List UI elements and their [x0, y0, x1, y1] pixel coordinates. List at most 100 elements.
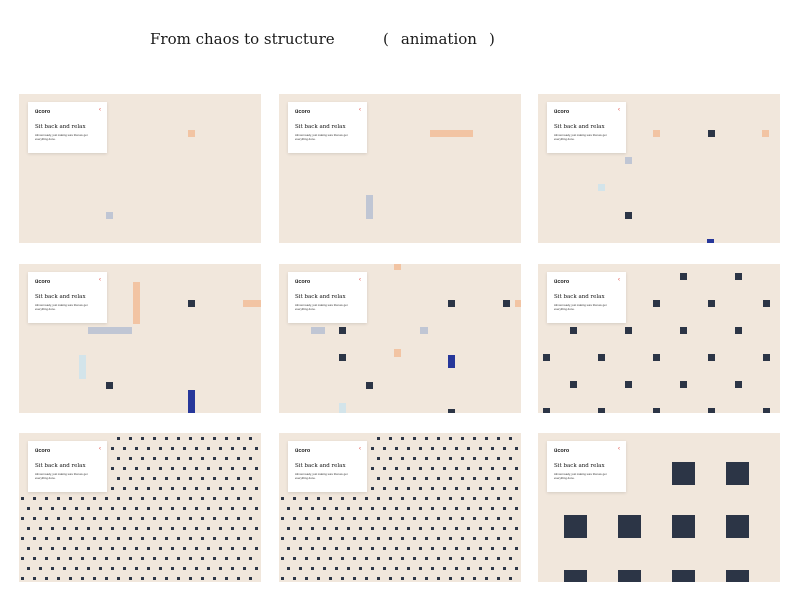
close-icon[interactable]: ‹	[99, 107, 101, 113]
pattern-square	[443, 447, 446, 450]
pattern-square	[323, 567, 326, 570]
pattern-square	[726, 570, 749, 582]
pattern-square	[467, 507, 470, 510]
pattern-square	[449, 517, 452, 520]
pattern-square	[195, 447, 198, 450]
pattern-square	[153, 537, 156, 540]
pattern-square	[515, 467, 518, 470]
pattern-square	[473, 517, 476, 520]
card-logo: ücoro	[295, 109, 311, 115]
pattern-square	[99, 567, 102, 570]
pattern-square	[395, 467, 398, 470]
pattern-square	[425, 497, 428, 500]
pattern-square	[413, 517, 416, 520]
pattern-square	[141, 517, 144, 520]
pattern-square	[299, 527, 302, 530]
pattern-square	[177, 497, 180, 500]
pattern-square	[503, 300, 510, 307]
close-icon[interactable]: ‹	[618, 446, 620, 452]
close-icon[interactable]: ‹	[359, 446, 361, 452]
pattern-square	[395, 487, 398, 490]
pattern-square	[570, 327, 577, 334]
pattern-square	[153, 457, 156, 460]
pattern-square	[255, 527, 258, 530]
pattern-square	[105, 497, 108, 500]
pattern-square	[165, 437, 168, 440]
pattern-square	[287, 527, 290, 530]
pattern-square	[129, 537, 132, 540]
pattern-square	[51, 527, 54, 530]
pattern-square	[515, 547, 518, 550]
pattern-square	[171, 507, 174, 510]
pattern-square	[249, 497, 252, 500]
pattern-square	[377, 537, 380, 540]
pattern-square	[135, 547, 138, 550]
pattern-square	[455, 447, 458, 450]
pattern-square	[87, 507, 90, 510]
pattern-square	[509, 437, 512, 440]
card-heading: Sit back and relax	[295, 124, 346, 130]
pattern-square	[133, 282, 140, 324]
pattern-square	[225, 457, 228, 460]
pattern-square	[153, 557, 156, 560]
pattern-square	[653, 408, 660, 413]
pattern-square	[672, 515, 695, 538]
pattern-square	[39, 567, 42, 570]
pattern-square	[201, 577, 204, 580]
pattern-square	[153, 577, 156, 580]
pattern-square	[305, 517, 308, 520]
pattern-square	[394, 264, 401, 270]
pattern-square	[171, 467, 174, 470]
card-heading: Sit back and relax	[35, 463, 86, 469]
pattern-square	[395, 507, 398, 510]
close-icon[interactable]: ‹	[99, 277, 101, 283]
pattern-square	[389, 437, 392, 440]
pattern-square	[353, 497, 356, 500]
close-icon[interactable]: ‹	[359, 107, 361, 113]
close-icon[interactable]: ‹	[618, 107, 620, 113]
pattern-square	[359, 567, 362, 570]
close-icon[interactable]: ‹	[618, 277, 620, 283]
card-body-text: Almost ready, just making sure that we g…	[295, 303, 348, 311]
card-body-text: Almost ready, just making sure that we g…	[35, 303, 88, 311]
pattern-square	[93, 537, 96, 540]
close-icon[interactable]: ‹	[359, 277, 361, 283]
pattern-square	[287, 567, 290, 570]
pattern-square	[171, 527, 174, 530]
pattern-square	[105, 517, 108, 520]
pattern-square	[189, 457, 192, 460]
pattern-square	[225, 477, 228, 480]
pattern-square	[413, 437, 416, 440]
animation-frame-2: ücoro ‹ Sit back and relax Almost ready, ju…	[279, 94, 521, 243]
pattern-square	[762, 130, 769, 137]
pattern-square	[437, 537, 440, 540]
pattern-square	[57, 577, 60, 580]
pattern-square	[485, 437, 488, 440]
pattern-square	[485, 497, 488, 500]
pattern-square	[141, 437, 144, 440]
pattern-square	[33, 537, 36, 540]
card-logo: ücoro	[295, 448, 311, 454]
pattern-square	[347, 507, 350, 510]
pattern-square	[335, 547, 338, 550]
pattern-square	[448, 300, 455, 307]
pattern-square	[437, 497, 440, 500]
loading-card: ücoro ‹ Sit back and relax Almost ready, ju…	[28, 441, 107, 492]
pattern-square	[117, 537, 120, 540]
pattern-square	[347, 547, 350, 550]
pattern-square	[401, 477, 404, 480]
pattern-square	[99, 507, 102, 510]
close-icon[interactable]: ‹	[99, 446, 101, 452]
pattern-square	[123, 487, 126, 490]
pattern-square	[281, 537, 284, 540]
pattern-square	[219, 447, 222, 450]
pattern-square	[383, 567, 386, 570]
pattern-square	[281, 577, 284, 580]
pattern-square	[33, 497, 36, 500]
pattern-square	[365, 557, 368, 560]
pattern-square	[159, 467, 162, 470]
pattern-square	[437, 437, 440, 440]
pattern-square	[45, 557, 48, 560]
pattern-square	[407, 527, 410, 530]
pattern-square	[177, 517, 180, 520]
